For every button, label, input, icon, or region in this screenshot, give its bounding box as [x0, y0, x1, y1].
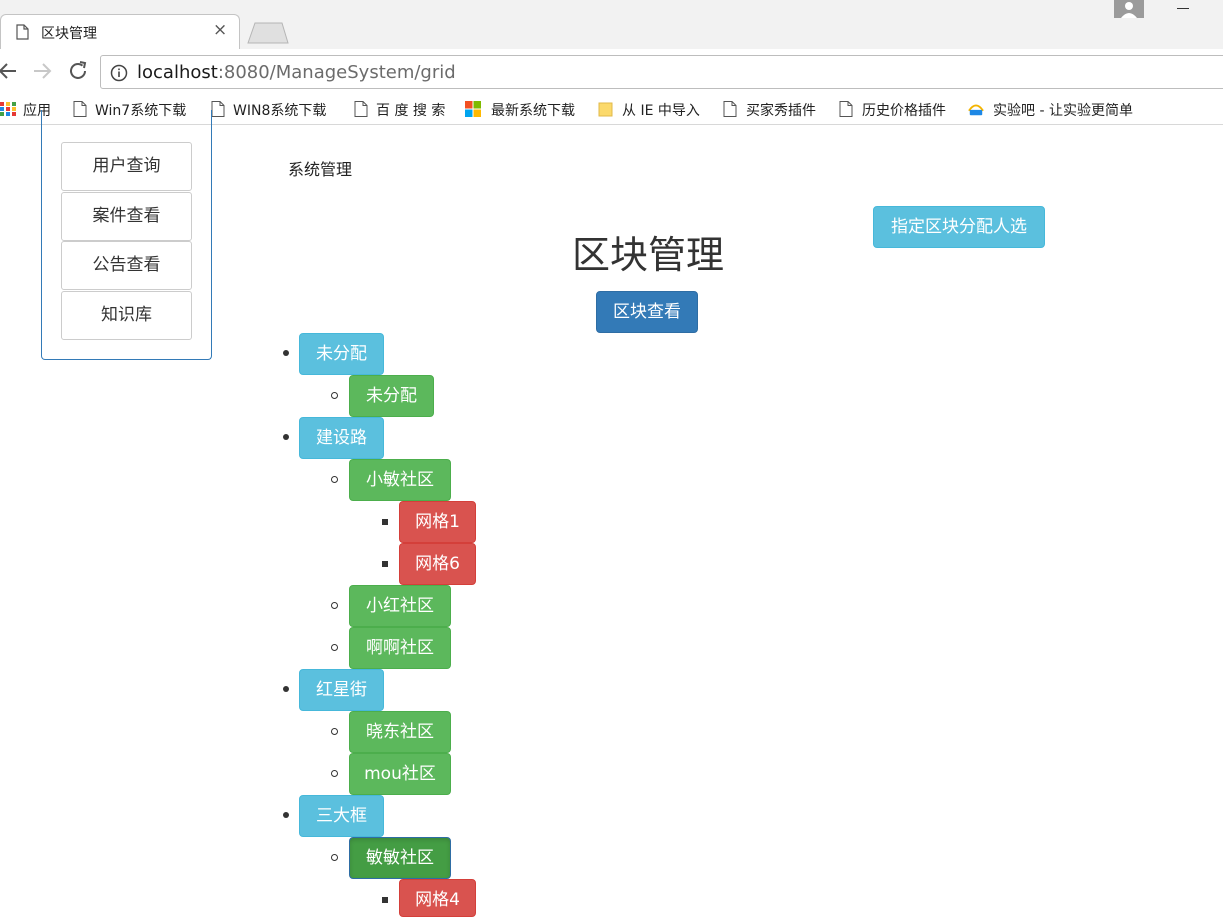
sidebar-item-knowledge-base[interactable]: 知识库 — [61, 291, 192, 340]
bookmark-label: 实验吧 - 让实验更简单 — [993, 103, 1133, 119]
reload-icon[interactable] — [66, 59, 90, 83]
tree-node-street[interactable]: 未分配 — [299, 333, 384, 375]
tree-bullet — [331, 854, 338, 861]
bookmark-item[interactable]: 最新系统下载 — [465, 99, 585, 119]
tree-node-community[interactable]: 小红社区 — [349, 585, 451, 627]
page-title: 区块管理 — [571, 233, 724, 277]
bookmark-item[interactable]: 历史价格插件 — [838, 99, 958, 119]
tree-node-grid[interactable]: 网格4 — [399, 879, 476, 917]
tab-title: 区块管理 — [41, 26, 97, 42]
tree-node-grid[interactable]: 网格1 — [399, 501, 476, 543]
tree-bullet — [331, 728, 338, 735]
page-icon — [16, 24, 29, 40]
forward-arrow-icon[interactable] — [30, 59, 54, 83]
tree-node-community-selected[interactable]: 敏敏社区 — [349, 837, 451, 879]
url-host: localhost — [137, 62, 218, 83]
bookmark-item[interactable]: WIN8系统下载 — [210, 99, 340, 119]
tab-close-icon[interactable]: × — [213, 20, 227, 40]
address-bar[interactable]: localhost:8080/ManageSystem/grid — [100, 55, 1223, 89]
bookmark-item[interactable]: 百 度 搜 索 — [353, 99, 458, 119]
tree-node-community[interactable]: mou社区 — [349, 753, 451, 795]
bookmark-label: WIN8系统下载 — [233, 103, 327, 119]
bookmark-label: 最新系统下载 — [491, 103, 575, 119]
tree-bullet — [331, 770, 338, 777]
sidebar-panel: 用户查询 案件查看 公告查看 知识库 — [41, 110, 212, 360]
tree-node-community[interactable]: 小敏社区 — [349, 459, 451, 501]
bookmark-item[interactable]: 实验吧 - 让实验更简单 — [968, 99, 1140, 119]
tree-bullet — [331, 602, 338, 609]
sidebar-item-case-view[interactable]: 案件查看 — [61, 192, 192, 241]
minimize-icon[interactable] — [1177, 8, 1189, 9]
tree-bullet — [331, 644, 338, 651]
info-icon[interactable] — [110, 64, 128, 82]
tree-node-community[interactable]: 晓东社区 — [349, 711, 451, 753]
tree-bullet — [331, 476, 338, 483]
tree-node-street[interactable]: 建设路 — [299, 417, 384, 459]
browser-toolbar: localhost:8080/ManageSystem/grid — [0, 49, 1223, 94]
browser-tab-active[interactable]: 区块管理 × — [0, 14, 240, 50]
tree-bullet — [283, 686, 289, 692]
tree-node-grid[interactable]: 网格6 — [399, 543, 476, 585]
tree-bullet — [331, 392, 338, 399]
tree-node-street[interactable]: 三大框 — [299, 795, 384, 837]
page-icon — [723, 101, 737, 117]
url-path: :8080/ManageSystem/grid — [217, 62, 456, 83]
bookmark-label: 历史价格插件 — [862, 103, 946, 119]
tree-bullet — [283, 350, 289, 356]
browser-tabstrip: 区块管理 × — [0, 0, 1223, 50]
url-text: localhost:8080/ManageSystem/grid — [137, 62, 456, 83]
sidebar-item-notice-view[interactable]: 公告查看 — [61, 241, 192, 290]
tree-bullet — [382, 897, 388, 903]
windows-logo-icon — [465, 101, 481, 117]
page-icon — [839, 101, 853, 117]
bookmark-label: 从 IE 中导入 — [622, 103, 700, 119]
page-icon — [211, 101, 225, 117]
tree-bullet — [283, 434, 289, 440]
tree-bullet — [382, 561, 388, 567]
sidebar-item-user-query[interactable]: 用户查询 — [61, 142, 192, 191]
site-logo-icon — [968, 104, 984, 116]
bookmark-item[interactable]: 买家秀插件 — [722, 99, 827, 119]
bookmark-label: 百 度 搜 索 — [376, 103, 446, 119]
tree-bullet — [382, 519, 388, 525]
tree-node-community[interactable]: 啊啊社区 — [349, 627, 451, 669]
tree-node-street[interactable]: 红星街 — [299, 669, 384, 711]
back-arrow-icon[interactable] — [0, 59, 20, 83]
tree-node-community[interactable]: 未分配 — [349, 375, 434, 417]
page-icon — [354, 101, 368, 117]
tree-bullet — [283, 812, 289, 818]
apps-grid-icon — [0, 102, 16, 116]
bookmark-item[interactable]: 从 IE 中导入 — [598, 99, 708, 119]
block-view-button[interactable]: 区块查看 — [596, 291, 698, 333]
new-tab-button[interactable] — [246, 22, 290, 44]
system-title: 系统管理 — [288, 160, 353, 179]
assign-block-person-button[interactable]: 指定区块分配人选 — [873, 206, 1045, 248]
bookmark-label: 买家秀插件 — [746, 103, 816, 119]
profile-avatar-icon[interactable] — [1114, 0, 1144, 18]
folder-icon — [598, 102, 613, 117]
